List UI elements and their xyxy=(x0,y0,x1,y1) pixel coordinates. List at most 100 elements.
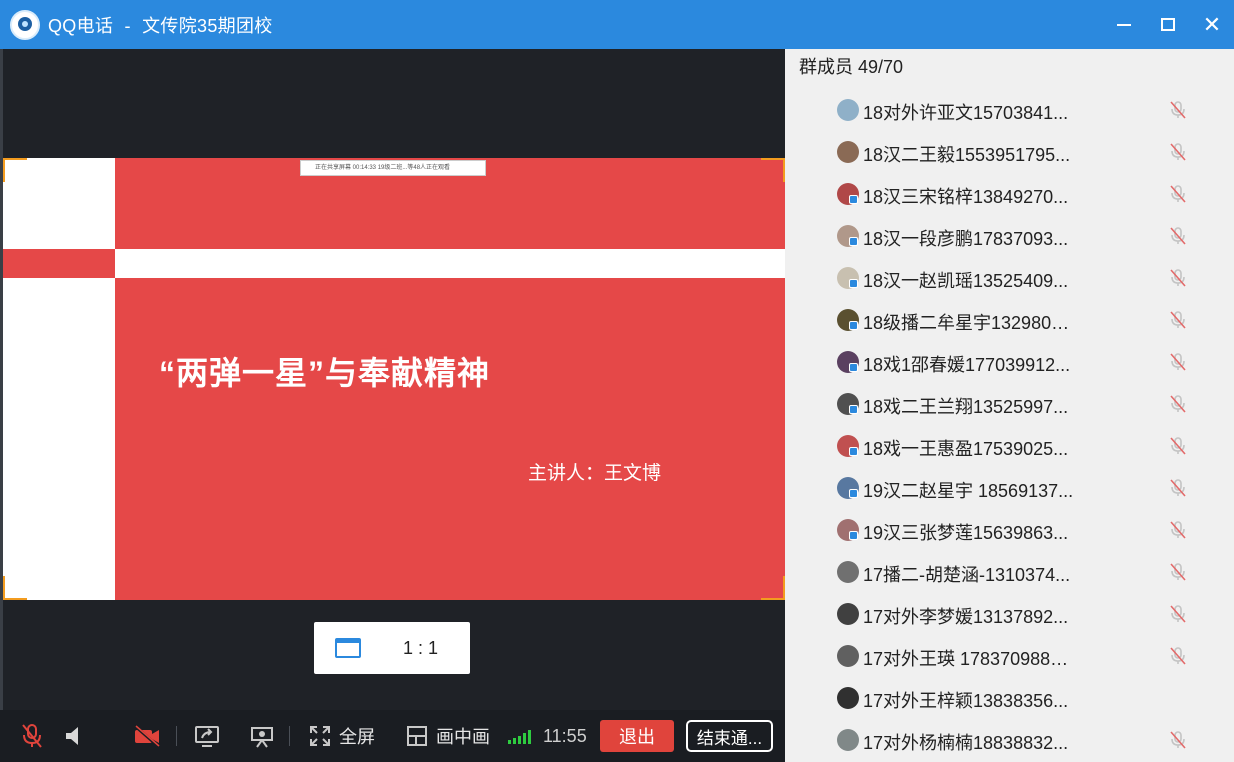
toolbar-divider xyxy=(176,726,177,746)
microphone-muted-icon xyxy=(1170,563,1186,581)
member-name: 18戏二王兰翔13525997... xyxy=(863,397,1069,417)
frame-corner-top-left xyxy=(3,158,27,182)
frame-corner-bottom-right xyxy=(761,576,785,600)
signal-strength-icon xyxy=(508,730,531,744)
member-row[interactable]: 17对外王瑛 1783709882... xyxy=(785,635,1234,677)
shared-screen-area[interactable]: 正在共享屏幕 00:14:33 19级二班...等48人正在观看 “两弹一星”与… xyxy=(0,49,785,762)
member-name: 18汉一段彦鹏17837093... xyxy=(863,229,1069,249)
toolbar-divider xyxy=(289,726,290,746)
speaker-icon xyxy=(66,727,78,745)
minimize-button[interactable] xyxy=(1102,0,1146,49)
microphone-muted-icon xyxy=(1170,437,1186,455)
member-avatar xyxy=(837,603,859,625)
member-row[interactable]: 18戏一王惠盈17539025... xyxy=(785,425,1234,467)
slide-left-panel xyxy=(3,158,115,600)
member-row[interactable]: 19汉三张梦莲15639863... xyxy=(785,509,1234,551)
speaker-button[interactable] xyxy=(62,723,86,749)
exit-button[interactable]: 退出 xyxy=(600,720,674,752)
member-avatar xyxy=(837,99,859,121)
device-badge-icon xyxy=(849,405,858,414)
maximize-icon xyxy=(1161,18,1175,31)
member-row[interactable]: 18对外许亚文15703841... xyxy=(785,89,1234,131)
slide-red-block xyxy=(3,249,115,278)
member-row[interactable]: 18戏1邵春媛177039912... xyxy=(785,341,1234,383)
app-name: QQ电话 xyxy=(48,15,114,36)
original-ratio-button[interactable]: 1 : 1 xyxy=(314,622,470,674)
member-name: 17对外李梦媛13137892... xyxy=(863,607,1069,627)
microphone-muted-icon xyxy=(22,724,42,748)
member-row[interactable]: 18戏二王兰翔13525997... xyxy=(785,383,1234,425)
member-name: 18汉一赵凯瑶13525409... xyxy=(863,271,1069,291)
microphone-muted-icon xyxy=(1170,143,1186,161)
title-bar: QQ电话 - 文传院35期团校 ✕ xyxy=(0,0,1234,49)
call-toolbar: 全屏 画中画 11:55 退出 结束通... xyxy=(0,710,785,762)
member-name: 19汉二赵星宇 18569137... xyxy=(863,481,1074,501)
member-name: 17对外王瑛 1783709882... xyxy=(863,649,1075,669)
microphone-muted-button[interactable] xyxy=(18,723,46,749)
frame-corner-bottom-left xyxy=(3,576,27,600)
member-row[interactable]: 18汉三宋铭梓13849270... xyxy=(785,173,1234,215)
qq-call-logo-icon xyxy=(10,9,40,40)
member-name: 18级播二牟星宇1329801... xyxy=(863,313,1075,333)
microphone-muted-icon xyxy=(1170,185,1186,203)
member-row[interactable]: 18汉一段彦鹏17837093... xyxy=(785,215,1234,257)
member-name: 18戏一王惠盈17539025... xyxy=(863,439,1069,459)
presentation-slide: 正在共享屏幕 00:14:33 19级二班...等48人正在观看 “两弹一星”与… xyxy=(3,158,785,600)
window-controls: ✕ xyxy=(1102,0,1234,49)
member-name: 17对外杨楠楠18838832... xyxy=(863,733,1069,753)
member-row[interactable]: 17对外李梦媛13137892... xyxy=(785,593,1234,635)
member-avatar xyxy=(837,141,859,163)
member-row[interactable]: 18汉一赵凯瑶13525409... xyxy=(785,257,1234,299)
maximize-button[interactable] xyxy=(1146,0,1190,49)
member-row[interactable]: 17对外杨楠楠18838832... xyxy=(785,719,1234,761)
microphone-muted-icon xyxy=(1170,311,1186,329)
member-row[interactable]: 18级播二牟星宇1329801... xyxy=(785,299,1234,341)
camera-off-icon xyxy=(134,724,160,748)
member-name: 18戏1邵春媛177039912... xyxy=(863,355,1071,375)
camera-off-button[interactable] xyxy=(132,723,162,749)
member-avatar xyxy=(837,561,859,583)
call-duration: 11:55 xyxy=(543,726,587,746)
member-name: 18对外许亚文15703841... xyxy=(863,103,1069,123)
member-row[interactable]: 18汉二王毅1553951795... xyxy=(785,131,1234,173)
share-screen-button[interactable] xyxy=(193,723,221,749)
close-button[interactable]: ✕ xyxy=(1190,0,1234,49)
minimize-icon xyxy=(1117,23,1131,26)
device-badge-icon xyxy=(849,363,858,372)
slide-share-status-bar: 正在共享屏幕 00:14:33 19级二班...等48人正在观看 xyxy=(300,160,486,176)
end-call-button[interactable]: 结束通... xyxy=(686,720,773,752)
ratio-label: 1 : 1 xyxy=(403,637,439,658)
fullscreen-label: 全屏 xyxy=(339,727,375,747)
device-badge-icon xyxy=(849,237,858,246)
presentation-button[interactable] xyxy=(248,723,276,749)
picture-in-picture-label: 画中画 xyxy=(436,727,490,747)
microphone-muted-icon xyxy=(1170,353,1186,371)
member-name: 17播二-胡楚涵-1310374... xyxy=(863,565,1071,585)
fullscreen-button[interactable]: 全屏 xyxy=(309,723,381,749)
microphone-muted-icon xyxy=(1170,731,1186,749)
device-badge-icon xyxy=(849,447,858,456)
microphone-muted-icon xyxy=(1170,521,1186,539)
share-screen-icon xyxy=(195,726,219,747)
member-avatar xyxy=(837,645,859,667)
slide-white-band xyxy=(115,249,785,278)
close-icon: ✕ xyxy=(1202,11,1222,37)
picture-in-picture-icon xyxy=(407,726,427,746)
microphone-muted-icon xyxy=(1170,479,1186,497)
member-list[interactable]: 18对外许亚文15703841... 18汉二王毅1553951795... 18汉… xyxy=(785,89,1234,761)
frame-corner-top-right xyxy=(761,158,785,182)
member-row[interactable]: 17播二-胡楚涵-1310374... xyxy=(785,551,1234,593)
member-panel: 群成员 49/70 18对外许亚文15703841... 18汉二王毅155395… xyxy=(785,49,1234,762)
title-separator: - xyxy=(124,15,131,36)
member-name: 17对外王梓颖13838356... xyxy=(863,691,1069,711)
device-badge-icon xyxy=(849,279,858,288)
device-badge-icon xyxy=(849,321,858,330)
member-name: 19汉三张梦莲15639863... xyxy=(863,523,1069,543)
member-count-header: 群成员 49/70 xyxy=(799,57,904,77)
picture-in-picture-button[interactable]: 画中画 xyxy=(406,723,496,749)
microphone-muted-icon xyxy=(1170,395,1186,413)
slide-title: “两弹一星”与奉献精神 xyxy=(159,355,491,391)
member-row[interactable]: 19汉二赵星宇 18569137... xyxy=(785,467,1234,509)
member-row[interactable]: 17对外王梓颖13838356... xyxy=(785,677,1234,719)
member-avatar xyxy=(837,729,859,751)
